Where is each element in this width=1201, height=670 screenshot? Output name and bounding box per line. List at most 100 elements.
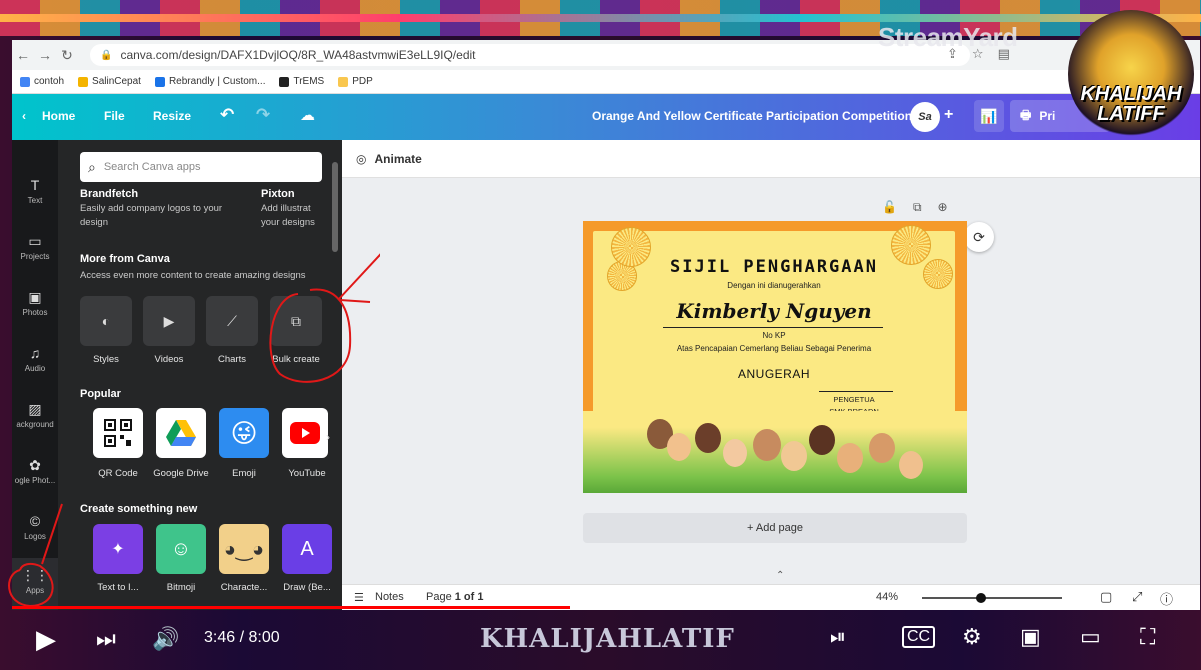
- add-page-icon[interactable]: ⊕: [938, 200, 948, 215]
- streamyard-watermark: StreamYard: [878, 22, 1018, 52]
- show-pages-chevron-icon[interactable]: ⌃: [776, 570, 784, 581]
- next-icon[interactable]: ⏭: [96, 626, 116, 652]
- zoom-level[interactable]: 44%: [876, 591, 898, 603]
- theater-mode-icon[interactable]: ▭: [1080, 624, 1101, 650]
- app-pixton[interactable]: Pixton Add illustrat your designs: [261, 188, 327, 230]
- zoom-slider-track[interactable]: [922, 597, 1062, 599]
- emoji-app[interactable]: 😜: [219, 408, 269, 458]
- rail-item-audio[interactable]: ♫ Audio: [12, 344, 58, 388]
- rail-item-logos[interactable]: © Logos: [12, 512, 58, 556]
- settings-gear-icon[interactable]: ⚙: [962, 624, 982, 650]
- search-input[interactable]: ⌕ Search Canva apps: [80, 152, 322, 182]
- bookmark-item[interactable]: PDP: [338, 76, 373, 87]
- google-drive-icon: [166, 420, 196, 446]
- page-grid-icon[interactable]: ▢: [1100, 589, 1112, 605]
- bulk-create-label: Bulk create: [272, 354, 320, 365]
- video-progress-bar[interactable]: [12, 606, 1200, 609]
- draw-app[interactable]: A: [282, 524, 332, 574]
- rail-item-ackground[interactable]: ▨ ackground: [12, 400, 58, 444]
- reload-icon[interactable]: ↻: [56, 47, 78, 64]
- more-from-canva-subtitle: Access even more content to create amazi…: [80, 270, 306, 281]
- notes-button[interactable]: Notes: [375, 591, 404, 603]
- certificate-divider: [663, 327, 883, 328]
- page-indicator[interactable]: Page 1 of 1: [426, 591, 483, 603]
- youtube-label: YouTube: [288, 468, 326, 479]
- certificate-design[interactable]: SIJIL PENGHARGAAN Dengan ini dianugerahk…: [583, 221, 967, 493]
- zoom-slider-handle[interactable]: [976, 593, 986, 603]
- play-icon[interactable]: ▶: [36, 624, 56, 655]
- rail-icon: ▭: [28, 233, 42, 249]
- rail-item-ogle-phot-[interactable]: ✿ ogle Phot...: [12, 456, 58, 500]
- app-brandfetch-title: Brandfetch: [80, 188, 139, 200]
- charts-tile[interactable]: ⟋: [206, 296, 258, 346]
- animate-button[interactable]: Animate: [374, 152, 421, 166]
- resize-button[interactable]: Resize: [153, 109, 191, 123]
- forward-icon[interactable]: →: [34, 47, 56, 63]
- child-face: [753, 429, 781, 461]
- invite-plus-icon[interactable]: +: [944, 106, 953, 124]
- rail-item-apps[interactable]: ⋮⋮ Apps: [12, 558, 58, 610]
- url-field[interactable]: 🔒 canva.com/design/DAFX1DvjlOQ/8R_WA48as…: [90, 44, 970, 66]
- canva-top-bar: ‹ Home File Resize ↶ ↷ ☁ Orange And Yell…: [12, 94, 1200, 140]
- captions-icon[interactable]: CC: [902, 626, 936, 648]
- animate-icon: ◎: [356, 151, 367, 166]
- fullscreen-video-icon[interactable]: ⛶: [1140, 624, 1155, 650]
- qr-code-app[interactable]: [93, 408, 143, 458]
- bulk-create-tile[interactable]: ⧉: [270, 296, 322, 346]
- bitmoji-app[interactable]: ☺: [156, 524, 206, 574]
- refresh-design-button[interactable]: ⟳: [964, 222, 994, 252]
- rail-item-projects[interactable]: ▭ Projects: [12, 232, 58, 276]
- file-menu[interactable]: File: [104, 109, 125, 123]
- bookmark-item[interactable]: TrEMS: [279, 76, 324, 87]
- back-chevron-icon[interactable]: ‹: [22, 109, 26, 123]
- youtube-icon: [290, 422, 320, 444]
- rail-item-text[interactable]: T Text: [12, 176, 58, 220]
- bookmark-item[interactable]: Rebrandly | Custom...: [154, 76, 265, 87]
- fullscreen-icon[interactable]: ⤢: [1132, 589, 1142, 605]
- rail-label: Apps: [25, 586, 45, 595]
- rail-label: Logos: [24, 532, 46, 541]
- panel-scrollbar[interactable]: [332, 162, 338, 252]
- document-title[interactable]: Orange And Yellow Certificate Participat…: [592, 109, 912, 123]
- bookmark-label: PDP: [352, 76, 373, 87]
- youtube-app[interactable]: [282, 408, 328, 458]
- lock-icon: 🔒: [100, 49, 113, 61]
- search-icon: ⌕: [88, 158, 96, 175]
- certificate-reason: Atas Pencapaian Cemerlang Beliau Sebagai…: [676, 344, 872, 353]
- rail-label: Audio: [24, 364, 46, 373]
- page-count: 1 of 1: [454, 591, 484, 603]
- rail-icon: ▣: [28, 289, 42, 305]
- insights-icon[interactable]: 📊: [974, 100, 1004, 132]
- avatar[interactable]: Sa: [910, 102, 940, 132]
- redo-icon[interactable]: ↷: [256, 105, 270, 125]
- rail-icon: ♫: [29, 345, 41, 361]
- autoplay-toggle[interactable]: ⏯: [830, 626, 846, 649]
- rail-label: Photos: [22, 308, 48, 317]
- character-builder-app[interactable]: ◕‿◕: [219, 524, 269, 574]
- lock-page-icon[interactable]: 🔓: [882, 200, 897, 215]
- text-to-image-app[interactable]: ✦: [93, 524, 143, 574]
- app-brandfetch-desc: Easily add company logos to your design: [80, 203, 223, 228]
- url-text: canva.com/design/DAFX1DvjlOQ/8R_WA48astv…: [120, 48, 476, 62]
- google-drive-app[interactable]: [156, 408, 206, 458]
- bulk-create-icon: ⧉: [291, 312, 301, 329]
- back-icon[interactable]: ←: [12, 47, 34, 63]
- app-brandfetch[interactable]: Brandfetch Easily add company logos to y…: [80, 188, 240, 230]
- bookmark-icon: [279, 76, 290, 87]
- home-button[interactable]: Home: [42, 109, 75, 123]
- bookmark-item[interactable]: contoh: [20, 76, 64, 87]
- rail-icon: ✿: [29, 457, 41, 473]
- add-page-button[interactable]: + Add page: [583, 513, 967, 543]
- undo-icon[interactable]: ↶: [220, 105, 234, 125]
- channel-banner: KHALIJAHLATIF: [480, 624, 735, 654]
- qr-code-label: QR Code: [98, 468, 138, 479]
- styles-tile[interactable]: ◐: [80, 296, 132, 346]
- rail-item-photos[interactable]: ▣ Photos: [12, 288, 58, 332]
- miniplayer-icon[interactable]: ▣: [1020, 624, 1041, 650]
- videos-tile[interactable]: ▶: [143, 296, 195, 346]
- bookmarks-bar: contoh SalinCepat Rebrandly | Custom... TrE…: [12, 70, 1200, 94]
- bookmark-item[interactable]: SalinCepat: [78, 76, 141, 87]
- volume-icon[interactable]: 🔊: [152, 626, 179, 652]
- popular-next-icon[interactable]: ›: [326, 430, 330, 444]
- duplicate-page-icon[interactable]: ⧉: [913, 200, 922, 215]
